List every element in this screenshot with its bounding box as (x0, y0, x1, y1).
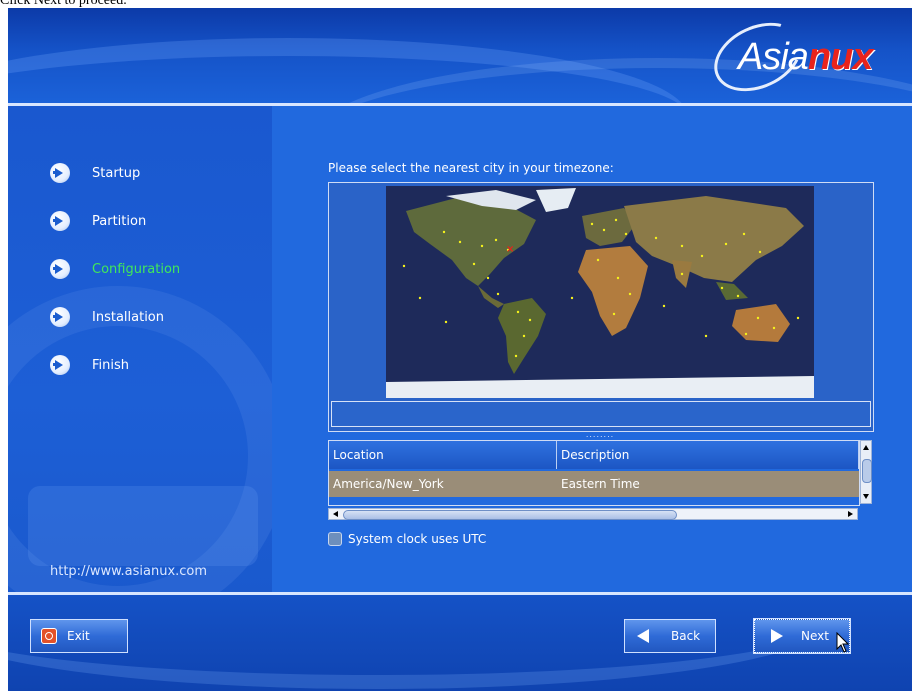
caption-text: Click Next to proceed. (0, 0, 127, 8)
utc-checkbox-label[interactable]: System clock uses UTC (348, 532, 486, 546)
arrow-circle-icon (50, 211, 70, 231)
sidebar-item-label: Installation (92, 309, 165, 325)
sidebar-item-label: Partition (92, 213, 147, 229)
sidebar-item-startup: Startup (50, 161, 140, 185)
row-location: America/New_York (333, 477, 444, 491)
svg-text:×: × (506, 244, 514, 255)
timezone-map-panel[interactable]: × (328, 182, 874, 432)
scroll-right-icon[interactable] (848, 511, 853, 517)
scroll-down-icon[interactable] (863, 494, 869, 499)
logo-text-nux: nux (807, 36, 874, 78)
next-button-label: Next (801, 629, 829, 643)
back-button-label: Back (671, 629, 701, 643)
footer-bar: Exit Back Next (8, 595, 912, 691)
sidebar-item-installation: Installation (50, 305, 164, 329)
arrow-left-icon (637, 629, 655, 643)
main-content: Please select the nearest city in your t… (272, 106, 912, 594)
sidebar-item-partition: Partition (50, 209, 146, 233)
timezone-table[interactable]: Location Description America/New_York Ea… (328, 440, 860, 506)
timezone-prompt: Please select the nearest city in your t… (328, 161, 614, 175)
table-vertical-scrollbar[interactable] (860, 440, 872, 504)
arrow-circle-icon (50, 355, 70, 375)
website-url: http://www.asianux.com (50, 564, 208, 579)
arrow-circle-icon (50, 259, 70, 279)
sidebar: Startup Partition Configuration Installa… (8, 106, 288, 626)
logo-text-asia: Asia (738, 36, 809, 78)
power-icon (41, 628, 57, 644)
row-description: Eastern Time (561, 477, 640, 491)
sidebar-item-label: Finish (92, 357, 130, 373)
pane-splitter[interactable]: ........ (328, 431, 872, 439)
table-row[interactable]: America/New_York Eastern Time (329, 471, 859, 497)
sidebar-item-finish: Finish (50, 353, 129, 377)
sidebar-item-label: Configuration (92, 261, 181, 277)
scroll-left-icon[interactable] (333, 511, 338, 517)
scroll-up-icon[interactable] (863, 445, 869, 450)
back-button[interactable]: Back (624, 619, 716, 653)
header-banner: Asianux (8, 8, 912, 103)
utc-option[interactable]: System clock uses UTC (328, 532, 486, 546)
column-header-description[interactable]: Description (557, 441, 859, 469)
arrow-circle-icon (50, 307, 70, 327)
exit-button-label: Exit (67, 629, 90, 643)
installer-window: Asianux Startup Partition Configuration … (8, 8, 912, 691)
sidebar-item-configuration: Configuration (50, 257, 180, 281)
table-horizontal-scrollbar[interactable] (328, 508, 858, 520)
mouse-cursor-icon (836, 632, 850, 653)
arrow-circle-icon (50, 163, 70, 183)
sidebar-item-label: Startup (92, 165, 141, 181)
scroll-thumb[interactable] (343, 510, 677, 520)
utc-checkbox[interactable] (328, 532, 342, 546)
arrow-right-icon (767, 629, 785, 643)
selected-timezone-field (331, 401, 871, 427)
column-header-location[interactable]: Location (329, 441, 557, 469)
scroll-thumb[interactable] (862, 459, 872, 483)
asianux-logo: Asianux (703, 9, 898, 103)
exit-button[interactable]: Exit (30, 619, 128, 653)
world-map[interactable]: × (386, 186, 814, 398)
